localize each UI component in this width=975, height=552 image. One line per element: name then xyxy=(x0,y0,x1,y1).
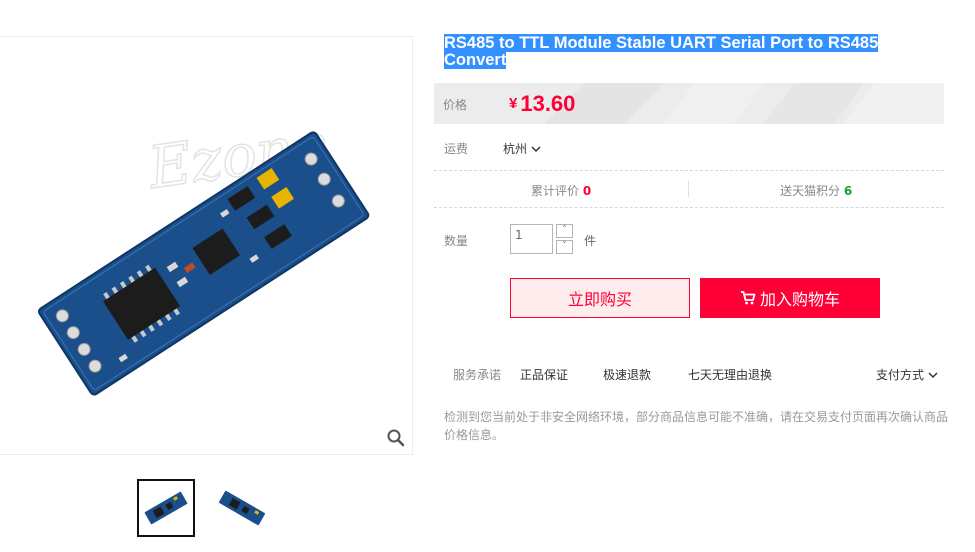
main-product-image[interactable]: Ezone xyxy=(0,36,413,455)
service-item-fast-refund[interactable]: 极速退款 xyxy=(603,366,651,383)
payment-methods-dropdown[interactable]: 支付方式 xyxy=(876,366,938,383)
chevron-down-icon xyxy=(928,372,938,379)
divider-bottom xyxy=(434,207,944,208)
thumbnail-2[interactable] xyxy=(213,479,271,537)
product-title-line2: Convert xyxy=(444,51,507,69)
payment-methods-label: 支付方式 xyxy=(876,368,925,382)
shipping-label: 运费 xyxy=(444,142,469,156)
price-panel: 价格 ¥13.60 xyxy=(434,83,944,124)
thumbnail-1[interactable] xyxy=(137,479,195,537)
buy-now-button[interactable]: 立即购买 xyxy=(510,278,690,318)
service-item-seven-day-return[interactable]: 七天无理由退换 xyxy=(688,366,772,383)
divider-top xyxy=(434,170,944,171)
add-to-cart-label: 加入购物车 xyxy=(759,290,840,309)
price-label: 价格 xyxy=(443,98,468,112)
stats-separator xyxy=(688,181,689,197)
security-notice: 检测到您当前处于非安全网络环境，部分商品信息可能不准确，请在交易支付页面再次确认… xyxy=(444,410,949,442)
price-amount: 13.60 xyxy=(520,91,576,116)
service-item-genuine[interactable]: 正品保证 xyxy=(520,366,568,383)
chevron-down-icon xyxy=(531,146,541,153)
currency-symbol: ¥ xyxy=(509,95,518,112)
quantity-unit: 件 xyxy=(584,234,597,248)
points-label: 送天猫积分 xyxy=(780,184,841,198)
points-stat: 送天猫积分 6 xyxy=(780,182,852,199)
quantity-decrease-button[interactable]: ˅ xyxy=(556,240,573,254)
add-to-cart-button[interactable]: 加入购物车 xyxy=(700,278,880,318)
pcb-module-image: Ezone xyxy=(38,109,370,396)
buy-now-label: 立即购买 xyxy=(567,290,632,309)
shipping-location-select[interactable]: 杭州 xyxy=(503,140,541,157)
shipping-location: 杭州 xyxy=(503,142,528,156)
thumbnail-1-image xyxy=(144,491,188,525)
zoom-icon[interactable] xyxy=(386,428,406,448)
services-label: 服务承诺 xyxy=(453,368,502,382)
product-title[interactable]: RS485 to TTL Module Stable UART Serial P… xyxy=(444,34,914,69)
thumbnail-2-image xyxy=(218,490,266,526)
review-count-value: 0 xyxy=(582,184,592,198)
product-title-line1: RS485 to TTL Module Stable UART Serial P… xyxy=(444,34,879,52)
quantity-label: 数量 xyxy=(444,234,469,248)
price-value: ¥13.60 xyxy=(509,91,575,117)
review-count-stat[interactable]: 累计评价 0 xyxy=(531,182,591,199)
quantity-increase-button[interactable]: ˄ xyxy=(556,224,573,238)
points-value: 6 xyxy=(843,184,853,198)
review-count-label: 累计评价 xyxy=(531,184,580,198)
cart-icon xyxy=(740,291,756,305)
quantity-input[interactable]: 1 xyxy=(510,224,553,254)
